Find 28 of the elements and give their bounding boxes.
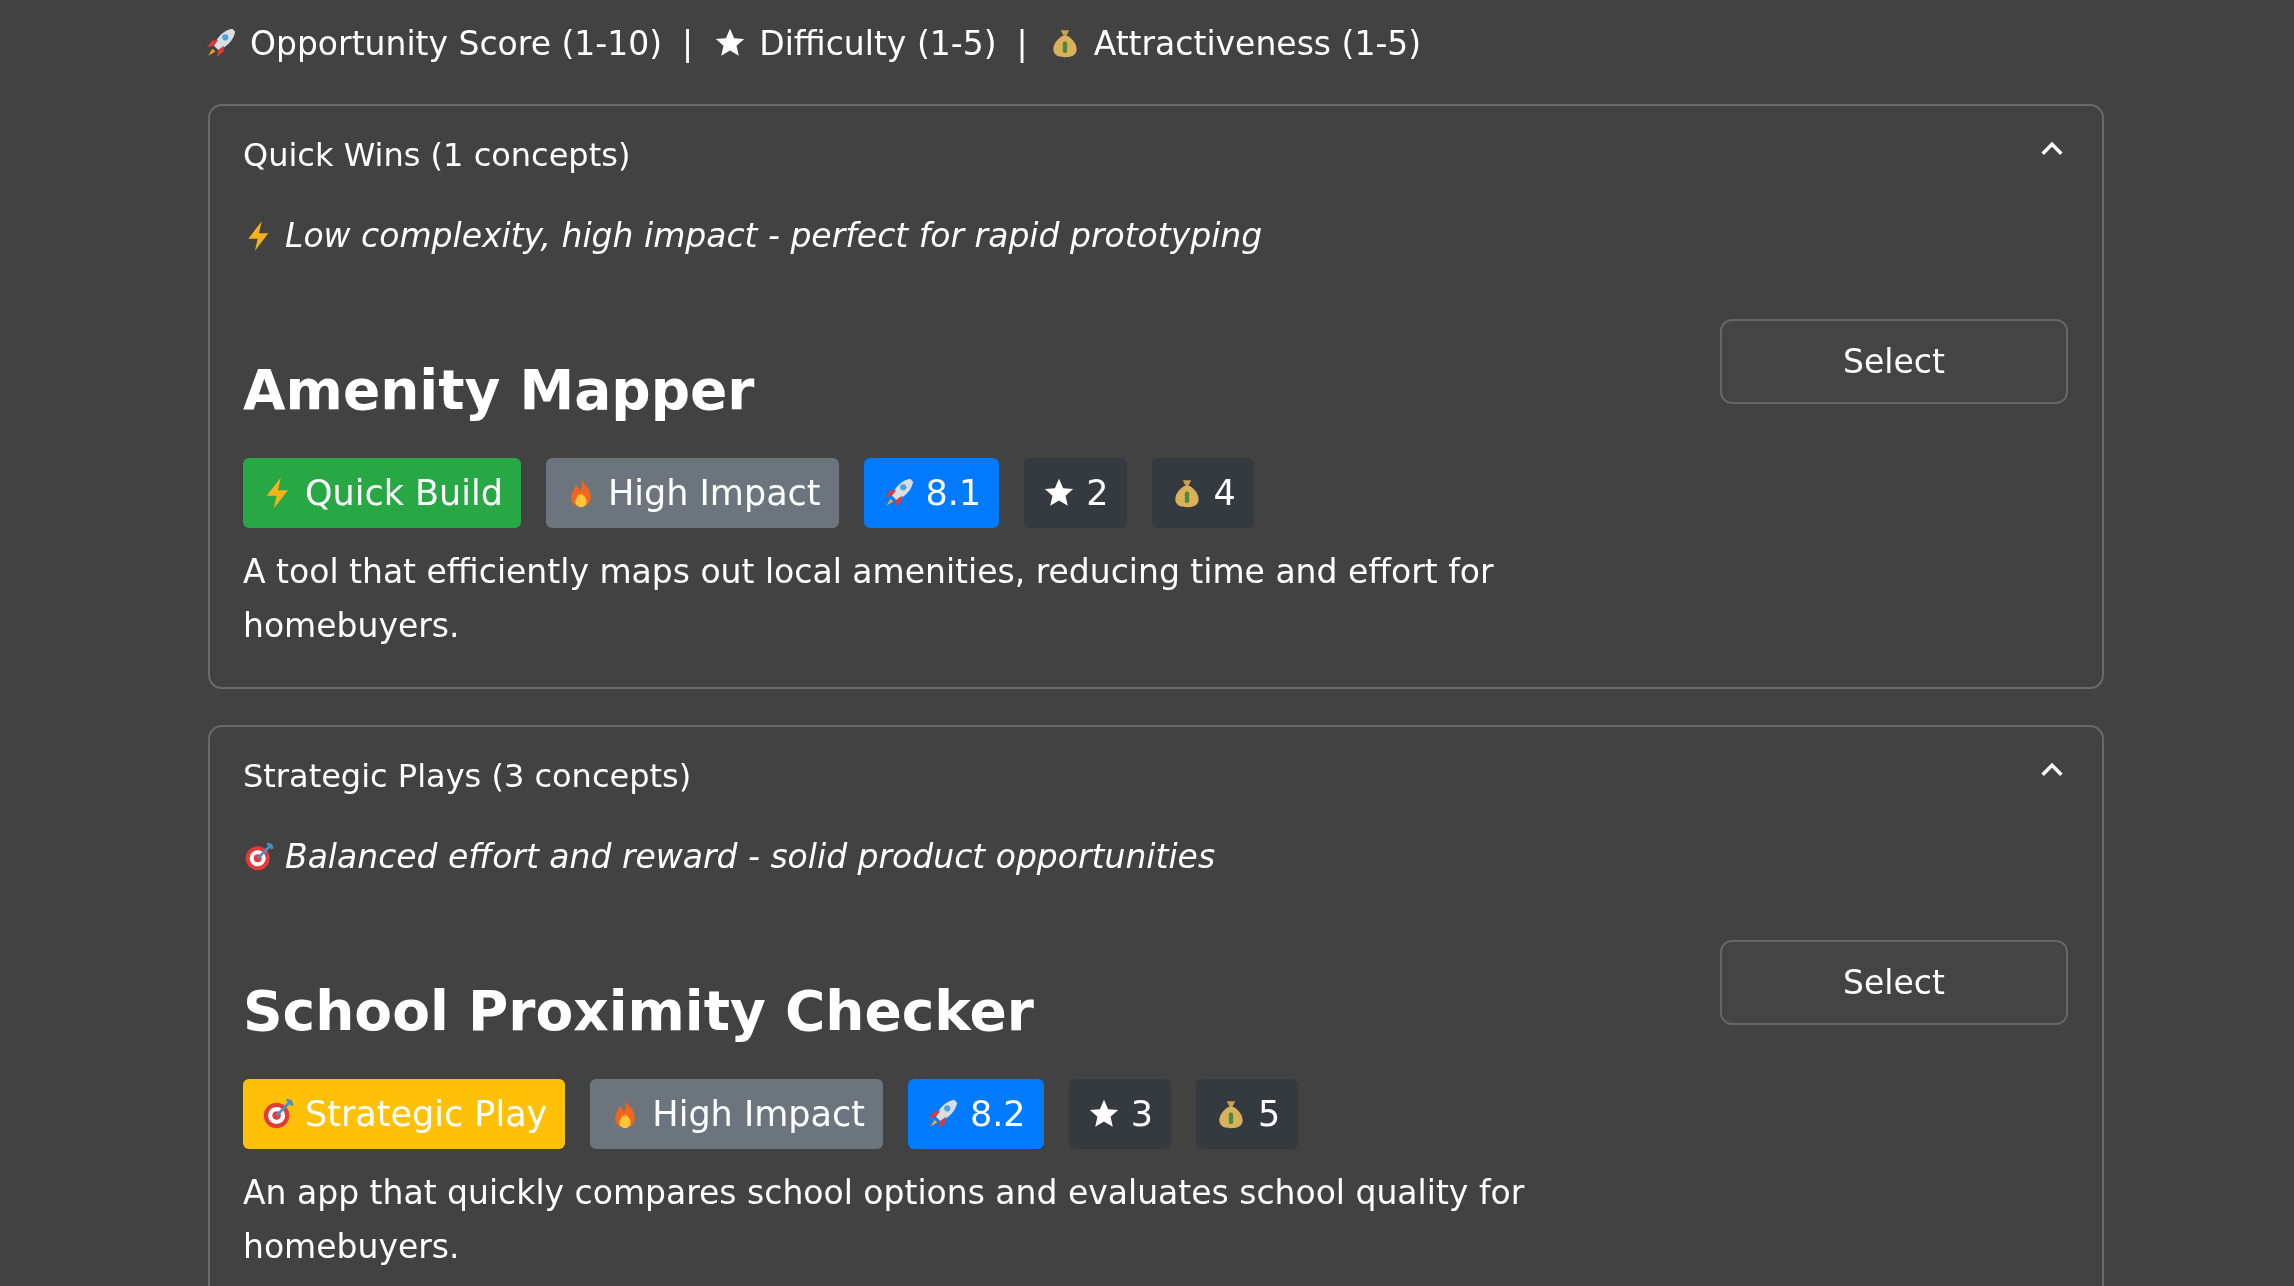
section-tagline: Low complexity, high impact - perfect for rapid prototyping — [285, 216, 1263, 255]
select-button[interactable]: Select — [1720, 940, 2068, 1025]
tag-label: High Impact — [607, 473, 821, 513]
concept-description: A tool that efficiently maps out local amenities, reducing time and effort for homebuyers. — [243, 551, 1495, 647]
select-button[interactable]: Select — [1720, 319, 2068, 404]
section-title[interactable]: Quick Wins (1 concepts) — [243, 136, 631, 174]
legend-separator: | — [682, 23, 694, 63]
rocket-icon — [204, 26, 238, 60]
tag-label: 2 — [1086, 473, 1109, 513]
legend-separator: | — [1016, 23, 1028, 63]
tag-label: 4 — [1213, 473, 1236, 513]
tag-label: 8.1 — [925, 473, 982, 513]
legend-label: Attractiveness (1-5) — [1093, 23, 1422, 63]
tag-label: 5 — [1257, 1094, 1281, 1134]
section-tagline: Balanced effort and reward - solid product opportunities — [285, 837, 1216, 876]
section-title[interactable]: Strategic Plays (3 concepts) — [243, 757, 692, 795]
tag-label: High Impact — [652, 1094, 865, 1134]
legend-label: Opportunity Score (1-10) — [250, 23, 663, 63]
concept-description: An app that quickly compares school options and evaluates school quality for homebuyers. — [243, 1172, 1526, 1268]
concept-title: School Proximity Checker — [243, 978, 1035, 1044]
concept-title: Amenity Mapper — [243, 357, 756, 423]
target-icon — [243, 840, 275, 873]
tag-label: 3 — [1130, 1094, 1153, 1134]
target-icon — [261, 1097, 295, 1131]
tag-label: Strategic Play — [305, 1094, 548, 1134]
tag-label: Quick Build — [305, 473, 503, 513]
tag-label: 8.2 — [969, 1094, 1026, 1134]
legend-label: Difficulty (1-5) — [759, 23, 997, 63]
